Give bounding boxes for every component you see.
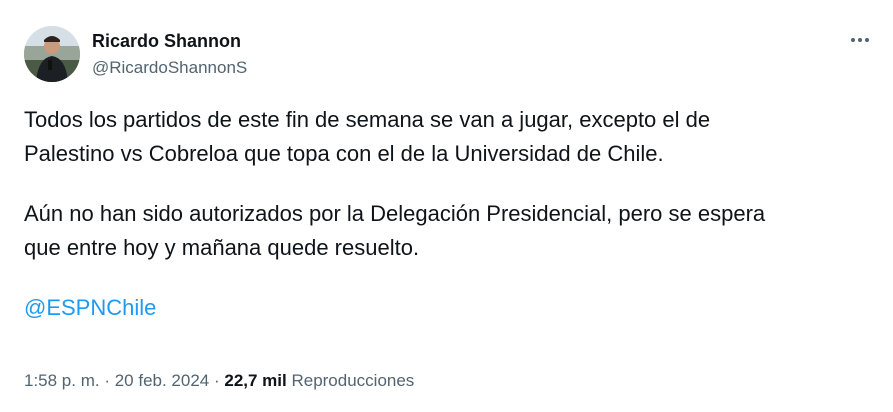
more-horizontal-icon	[851, 38, 855, 42]
tweet-time[interactable]: 1:58 p. m.	[24, 371, 100, 390]
views-label: Reproducciones	[286, 371, 415, 390]
tweet-line: que entre hoy y mañana quede resuelto.	[24, 235, 420, 260]
views-count: 22,7 mil	[224, 371, 287, 390]
author-display-name[interactable]: Ricardo Shannon	[92, 30, 247, 52]
tweet-line: Todos los partidos de este fin de semana…	[24, 107, 711, 132]
tweet-paragraph: Todos los partidos de este fin de semana…	[24, 103, 869, 171]
separator: ·	[99, 371, 115, 390]
tweet-date[interactable]: 20 feb. 2024	[115, 371, 210, 390]
more-horizontal-icon	[865, 38, 869, 42]
tweet-line: Aún no han sido autorizados por la Deleg…	[24, 201, 766, 226]
tweet-paragraph: Aún no han sido autorizados por la Deleg…	[24, 197, 869, 265]
author-info: Ricardo Shannon @RicardoShannonS	[92, 30, 247, 79]
author-handle[interactable]: @RicardoShannonS	[92, 57, 247, 79]
tweet-card: Ricardo Shannon @RicardoShannonS Todos l…	[0, 0, 893, 412]
avatar-photo	[24, 26, 80, 82]
avatar[interactable]	[24, 26, 80, 82]
mention-link[interactable]: @ESPNChile	[24, 295, 156, 320]
tweet-paragraph: @ESPNChile	[24, 291, 869, 325]
tweet-text: Todos los partidos de este fin de semana…	[24, 103, 869, 325]
more-horizontal-icon	[858, 38, 862, 42]
tweet-line: Palestino vs Cobreloa que topa con el de…	[24, 141, 664, 166]
more-options-button[interactable]	[847, 30, 873, 50]
tweet-meta: 1:58 p. m. · 20 feb. 2024 · 22,7 mil Rep…	[24, 369, 414, 393]
separator: ·	[209, 371, 225, 390]
